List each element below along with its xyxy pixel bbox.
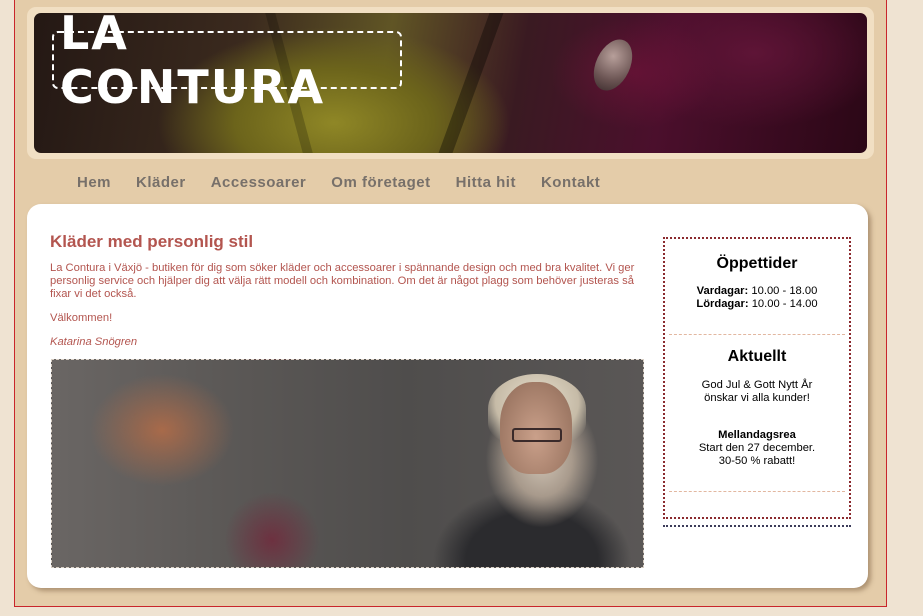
welcome-text: Välkommen! <box>50 312 113 324</box>
nav-item-hitta-hit[interactable]: Hitta hit <box>456 174 516 191</box>
page-wrapper: LA CONTURA Hem Kläder Accessoarer Om för… <box>14 0 887 607</box>
photo-glasses <box>512 428 562 442</box>
nav-item-accessoarer[interactable]: Accessoarer <box>211 174 307 191</box>
nav-item-klader[interactable]: Kläder <box>136 174 186 191</box>
saturday-time: 10.00 - 14.00 <box>751 298 818 310</box>
nav-item-hem[interactable]: Hem <box>77 174 111 191</box>
hours-heading: Öppettider <box>716 255 798 272</box>
page-title: Kläder med personlig stil <box>50 232 254 251</box>
nav-item-kontakt[interactable]: Kontakt <box>541 174 600 191</box>
site-logo[interactable]: LA CONTURA <box>52 13 402 114</box>
header-banner: LA CONTURA <box>34 13 867 153</box>
coat-button-image <box>586 33 640 97</box>
saturday-label: Lördagar: <box>696 298 749 310</box>
info-sidebar: Öppettider Vardagar: 10.00 - 18.00 Lörda… <box>663 237 851 519</box>
intro-text: La Contura i Växjö - butiken för dig som… <box>50 262 635 300</box>
sale-title: Mellandagsrea <box>718 429 796 441</box>
news-line-1: God Jul & Gott Nytt År <box>701 379 813 391</box>
weekday-hours: Vardagar: 10.00 - 18.00 <box>665 285 849 298</box>
saturday-hours: Lördagar: 10.00 - 14.00 <box>665 298 849 311</box>
weekday-label: Vardagar: <box>696 285 749 297</box>
sale-line-1: Start den 27 december. <box>698 442 816 454</box>
header-frame: LA CONTURA <box>27 7 874 159</box>
news-heading: Aktuellt <box>727 348 787 365</box>
logo-text: LA CONTURA <box>60 13 326 114</box>
sale-line-2: 30-50 % rabatt! <box>718 455 796 467</box>
news-line-2: önskar vi alla kunder! <box>704 392 810 404</box>
content-panel: Kläder med personlig stil La Contura i V… <box>27 204 868 588</box>
sidebar-bottom-divider <box>663 525 851 527</box>
nav-item-om-foretaget[interactable]: Om företaget <box>331 174 430 191</box>
sidebar-divider <box>669 334 845 335</box>
sidebar-divider <box>669 491 845 492</box>
main-nav: Hem Kläder Accessoarer Om företaget Hitt… <box>77 174 625 191</box>
owner-photo <box>51 359 644 568</box>
weekday-time: 10.00 - 18.00 <box>751 285 818 297</box>
signature-text: Katarina Snögren <box>50 336 138 348</box>
